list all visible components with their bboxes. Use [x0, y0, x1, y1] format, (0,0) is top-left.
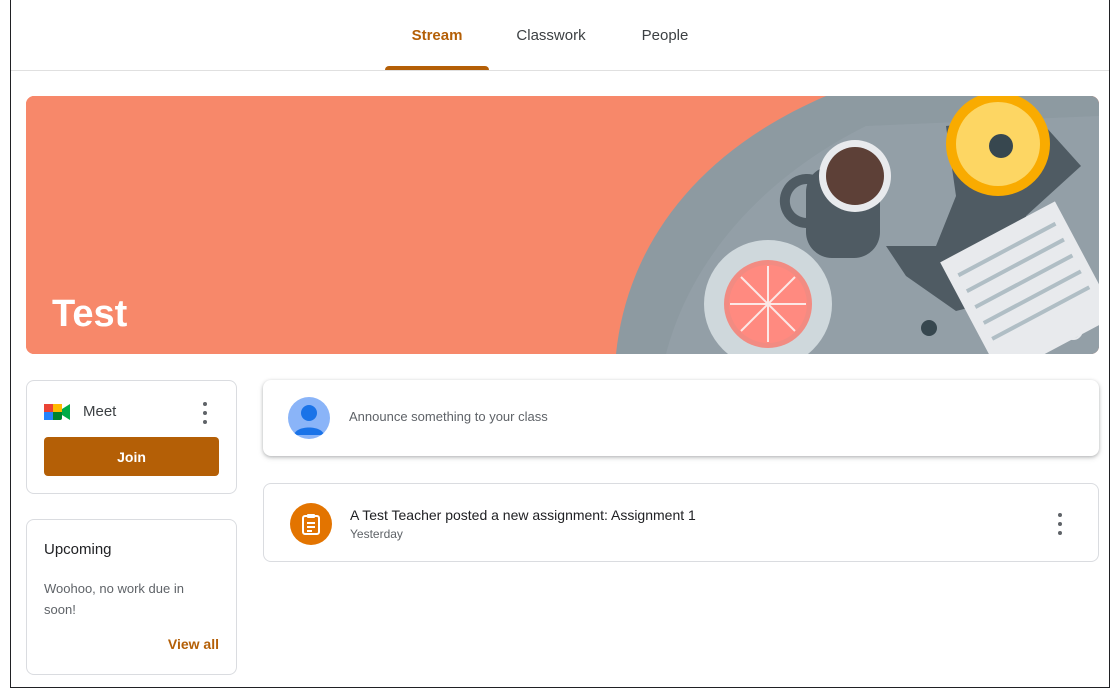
tab-people[interactable]: People: [625, 0, 705, 70]
meet-label: Meet: [83, 403, 117, 420]
assignment-icon: [290, 503, 332, 545]
upcoming-message: Woohoo, no work due in soon!: [44, 581, 184, 617]
tab-classwork[interactable]: Classwork: [502, 0, 600, 70]
class-title: Test: [52, 293, 128, 335]
upcoming-card: Upcoming Woohoo, no work due in soon! Vi…: [26, 519, 237, 675]
top-nav-tabs: Stream Classwork People: [11, 0, 1109, 71]
meet-card: Meet Join: [26, 380, 237, 494]
google-meet-icon: [44, 404, 70, 420]
person-icon: [288, 397, 330, 439]
announce-box[interactable]: Announce something to your class: [263, 380, 1099, 456]
announce-input[interactable]: Announce something to your class: [349, 409, 548, 424]
post-title: A Test Teacher posted a new assignment: …: [350, 507, 696, 523]
tab-classwork-label: Classwork: [516, 26, 586, 44]
tab-stream-label: Stream: [411, 26, 463, 44]
post-timestamp: Yesterday: [350, 527, 403, 541]
class-banner: Test i: [26, 96, 1099, 354]
more-vert-icon[interactable]: [1057, 513, 1063, 535]
active-tab-indicator: [385, 66, 489, 70]
info-icon[interactable]: i: [1063, 320, 1083, 340]
tab-stream[interactable]: Stream: [385, 0, 489, 70]
banner-illustration: [26, 96, 1099, 354]
stream-post[interactable]: A Test Teacher posted a new assignment: …: [263, 483, 1099, 562]
tab-people-label: People: [641, 26, 689, 44]
upcoming-title: Upcoming: [44, 541, 112, 558]
view-all-link[interactable]: View all: [168, 636, 219, 652]
join-button[interactable]: Join: [44, 437, 219, 476]
classroom-page: Stream Classwork People Test i Meet Join…: [10, 0, 1110, 688]
more-vert-icon[interactable]: [202, 402, 208, 424]
